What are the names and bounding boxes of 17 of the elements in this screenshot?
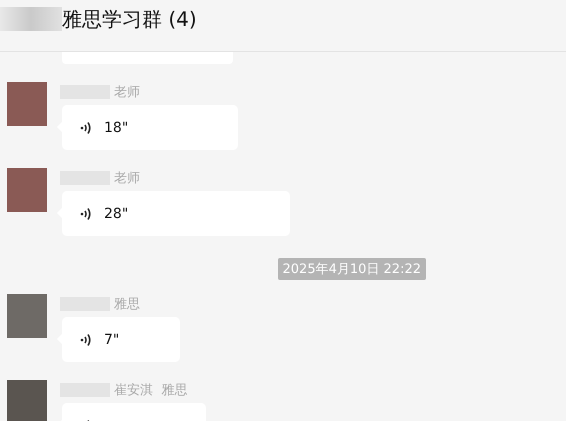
voice-message[interactable]: 28" [62,191,290,236]
sender-name: 老师 [114,170,140,187]
avatar-placeholder [7,168,47,212]
voice-icon [80,206,92,220]
avatar-placeholder [7,294,47,338]
sender-name: 雅思 [114,296,140,313]
avatar-placeholder [7,380,47,421]
voice-message[interactable]: 18" [62,105,238,150]
redacted-block [0,7,62,31]
sender-name: 崔安淇 雅思 [114,382,188,399]
avatar-placeholder [7,82,47,126]
voice-icon [80,332,92,346]
sender-name: 老师 [114,84,140,101]
voice-message[interactable]: 7" [62,317,180,362]
chat-title: 雅思学习群 (4) [62,6,197,33]
timestamp: 2025年4月10日 22:22 [278,258,426,280]
voice-icon [80,120,92,134]
